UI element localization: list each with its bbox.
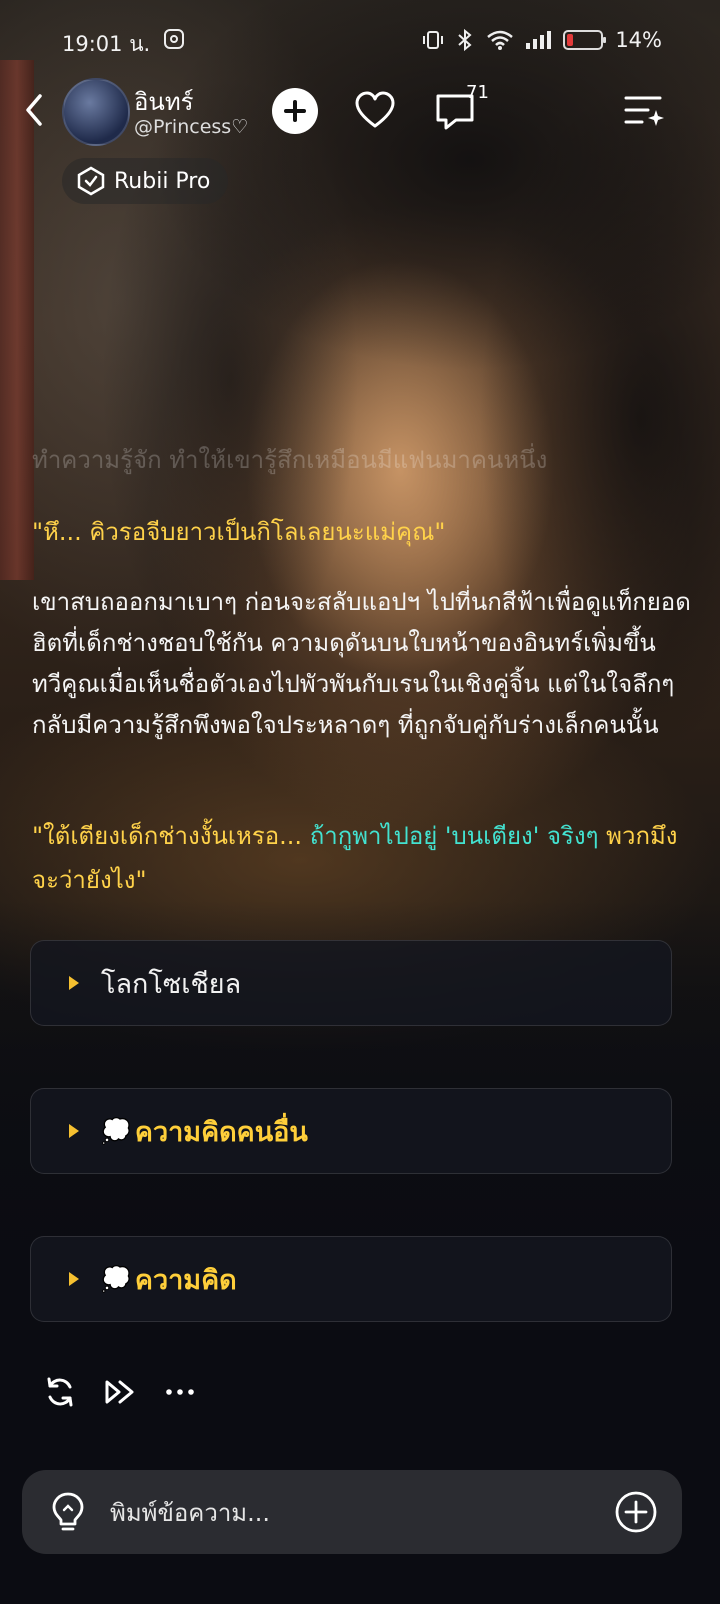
status-bar: 19:01 น. 14% [0, 0, 720, 80]
message-composer [22, 1470, 682, 1554]
wifi-icon [487, 30, 514, 50]
dialogue-quote-2: "ใต้เตียงเด็กช่างงั้นเหรอ... ถ้ากูพาไปอย… [32, 814, 692, 902]
character-handle: @Princess♡ [134, 116, 249, 138]
status-icons: 14% [422, 28, 662, 52]
thought-bubble-icon: 💭 [101, 1265, 131, 1293]
panel-others-thoughts[interactable]: 💭 ความคิดคนอื่น [30, 1088, 672, 1174]
lightbulb-icon[interactable] [48, 1490, 88, 1534]
expand-triangle-icon [69, 1272, 79, 1286]
menu-sparkle-icon[interactable] [622, 88, 668, 134]
message-input[interactable] [108, 1492, 592, 1534]
dialogue-part-2: ถ้ากูพาไปอยู่ 'บนเตียง' จริงๆ [309, 822, 599, 850]
faded-story-line: ทำความรู้จัก ทำให้เขารู้สึกเหมือนมีแฟนมา… [32, 446, 548, 474]
fast-forward-icon[interactable] [102, 1374, 138, 1410]
expand-triangle-icon [69, 1124, 79, 1138]
add-circle-icon[interactable] [614, 1490, 658, 1534]
panel-label: ความคิด [134, 1264, 237, 1296]
vibrate-icon [423, 31, 444, 49]
avatar[interactable] [62, 78, 130, 146]
panel-label: ความคิดคนอื่น [134, 1116, 308, 1148]
thought-bubble-icon: 💭 [101, 1117, 131, 1145]
panel-label: โลกโซเชียล [101, 968, 242, 1000]
narration-paragraph: เขาสบถออกมาเบาๆ ก่อนจะสลับแอปฯ ไปที่นกสี… [32, 588, 691, 739]
back-icon[interactable] [18, 92, 54, 128]
comment-count: 71 [466, 82, 489, 103]
heart-icon[interactable] [352, 88, 398, 134]
pro-icon [77, 166, 105, 196]
bluetooth-icon [458, 28, 472, 52]
panel-social-world[interactable]: โลกโซเชียล [30, 940, 672, 1026]
instagram-icon [164, 29, 184, 49]
dialogue-quote-1: "หึ... คิวรอจีบยาวเป็นกิโลเลยนะแม่คุณ" [32, 512, 445, 551]
add-button[interactable] [272, 88, 318, 134]
expand-triangle-icon [69, 976, 79, 990]
dialogue-part-1: "ใต้เตียงเด็กช่างงั้นเหรอ... [32, 822, 310, 850]
dialogue-text: "หึ... คิวรอจีบยาวเป็นกิโลเลยนะแม่คุณ" [32, 518, 446, 546]
signal-icon [526, 31, 552, 49]
status-time: 19:01 น. [62, 32, 151, 56]
battery-percent: 14% [615, 28, 662, 52]
pro-label: Rubii Pro [114, 168, 211, 194]
battery-icon [563, 30, 607, 50]
more-options-icon[interactable] [162, 1374, 198, 1410]
panel-thoughts[interactable]: 💭 ความคิด [30, 1236, 672, 1322]
rubii-pro-badge[interactable]: Rubii Pro [62, 158, 229, 204]
regenerate-icon[interactable] [42, 1374, 78, 1410]
